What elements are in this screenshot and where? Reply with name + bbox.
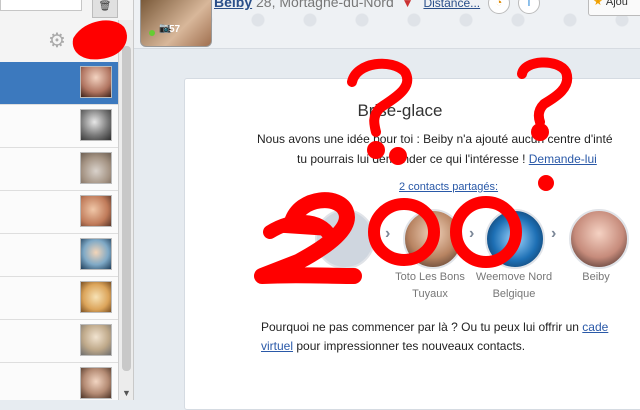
icebreaker-line-2: tu pourrais lui demander ce qui l'intére… (257, 149, 640, 169)
profile-avatar[interactable]: 📷 57 (140, 0, 212, 47)
profile-summary: Beiby 28, Mortagne-du-Nord ▼ Distance... (214, 0, 480, 10)
avatar (80, 109, 112, 141)
chain-label-3: Beiby (551, 269, 640, 286)
avatar (80, 66, 112, 98)
profile-age-city: 28, Mortagne-du-Nord (256, 0, 394, 10)
conversation-item[interactable] (0, 62, 118, 105)
conversation-item[interactable] (0, 363, 118, 400)
footer-line-1: Pourquoi ne pas commencer par là ? Ou tu… (261, 318, 640, 337)
footer-line-2: virtuel pour impressionner tes nouveaux … (261, 337, 640, 356)
icebreaker-footer: Pourquoi ne pas commencer par là ? Ou tu… (261, 318, 640, 356)
conversation-item[interactable] (0, 320, 118, 363)
virtual-gift-link[interactable]: virtuel (261, 339, 293, 353)
icebreaker-card: Brise-glace Nous avons une idée pour toi… (184, 78, 640, 410)
star-icon: ★ (593, 0, 603, 8)
conversation-item[interactable] (0, 277, 118, 320)
icebreaker-text: Nous avons une idée pour toi : Beiby n'a… (257, 129, 640, 169)
footer-line-2-text: pour impressionner tes nouveaux contacts… (293, 339, 526, 353)
card-title: Brise-glace (357, 101, 443, 120)
scrollbar-thumb[interactable] (122, 46, 131, 371)
chain-label-2-line-2: Belgique (492, 288, 536, 300)
chain-label-2: Weemove Nord Belgique (469, 269, 559, 303)
chain-self-avatar[interactable] (315, 209, 375, 269)
gift-link[interactable]: cade (582, 320, 608, 334)
add-button-label: Ajou (605, 0, 628, 8)
avatar (80, 367, 112, 399)
location-pin-icon: ▼ (401, 0, 414, 10)
chevron-right-icon: › (551, 225, 557, 242)
chain-label-1-line-1: Toto Les Bons (395, 271, 465, 283)
avatar (80, 281, 112, 313)
conversation-item[interactable] (0, 234, 118, 277)
conversation-item[interactable] (0, 105, 118, 148)
chain-label-3-line-1: Beiby (582, 271, 610, 283)
chain-label-1: Toto Les Bons Tuyaux (385, 269, 475, 303)
chain-label-2-line-1: Weemove Nord (475, 271, 553, 283)
chain-contact-1-avatar[interactable] (403, 209, 463, 269)
trash-icon[interactable]: 🗑 (92, 0, 118, 18)
ask-her-link[interactable]: Demande-lui (529, 152, 597, 166)
gear-icon[interactable]: ⚙ (48, 28, 66, 53)
icebreaker-line-2-text: tu pourrais lui demander ce qui l'intére… (297, 152, 529, 166)
conversation-item[interactable] (0, 191, 118, 234)
online-status-icon (149, 30, 155, 36)
avatar (80, 195, 112, 227)
profile-header: 📷 57 Beiby 28, Mortagne-du-Nord ▼ Distan… (134, 0, 640, 49)
conversation-sidebar: 🗑 ⚙ ▼ (0, 0, 134, 400)
chevron-right-icon: › (469, 225, 475, 242)
main-panel: 📷 57 Beiby 28, Mortagne-du-Nord ▼ Distan… (134, 0, 640, 410)
conversation-list (0, 62, 118, 400)
conversation-item[interactable] (0, 148, 118, 191)
icebreaker-line-1: Nous avons une idée pour toi : Beiby n'a… (257, 132, 613, 146)
sidebar-header: ⚙ (0, 20, 118, 63)
chain-contact-2-avatar[interactable] (485, 209, 545, 269)
avatar (80, 238, 112, 270)
distance-link[interactable]: Distance... (423, 0, 480, 10)
sidebar-scrollbar[interactable]: ▼ (118, 20, 133, 400)
sidebar-toolbar: 🗑 (0, 0, 133, 20)
avatar (80, 324, 112, 356)
shared-contacts-link[interactable]: 2 contacts partagés: (399, 181, 498, 193)
search-input[interactable] (0, 0, 82, 11)
emoji-icon[interactable]: ◔ (488, 0, 510, 14)
avatar (80, 152, 112, 184)
chevron-right-icon: › (385, 225, 391, 242)
chevron-down-icon[interactable]: ▼ (122, 388, 131, 398)
profile-name-link[interactable]: Beiby (214, 0, 252, 10)
info-icon[interactable]: i (518, 0, 540, 14)
photo-count: 57 (169, 24, 181, 35)
chain-label-1-line-2: Tuyaux (412, 288, 448, 300)
chain-target-avatar[interactable] (569, 209, 629, 269)
footer-line-1-text: Pourquoi ne pas commencer par là ? Ou tu… (261, 320, 583, 334)
add-favorite-button[interactable]: ★ Ajou (588, 0, 640, 16)
